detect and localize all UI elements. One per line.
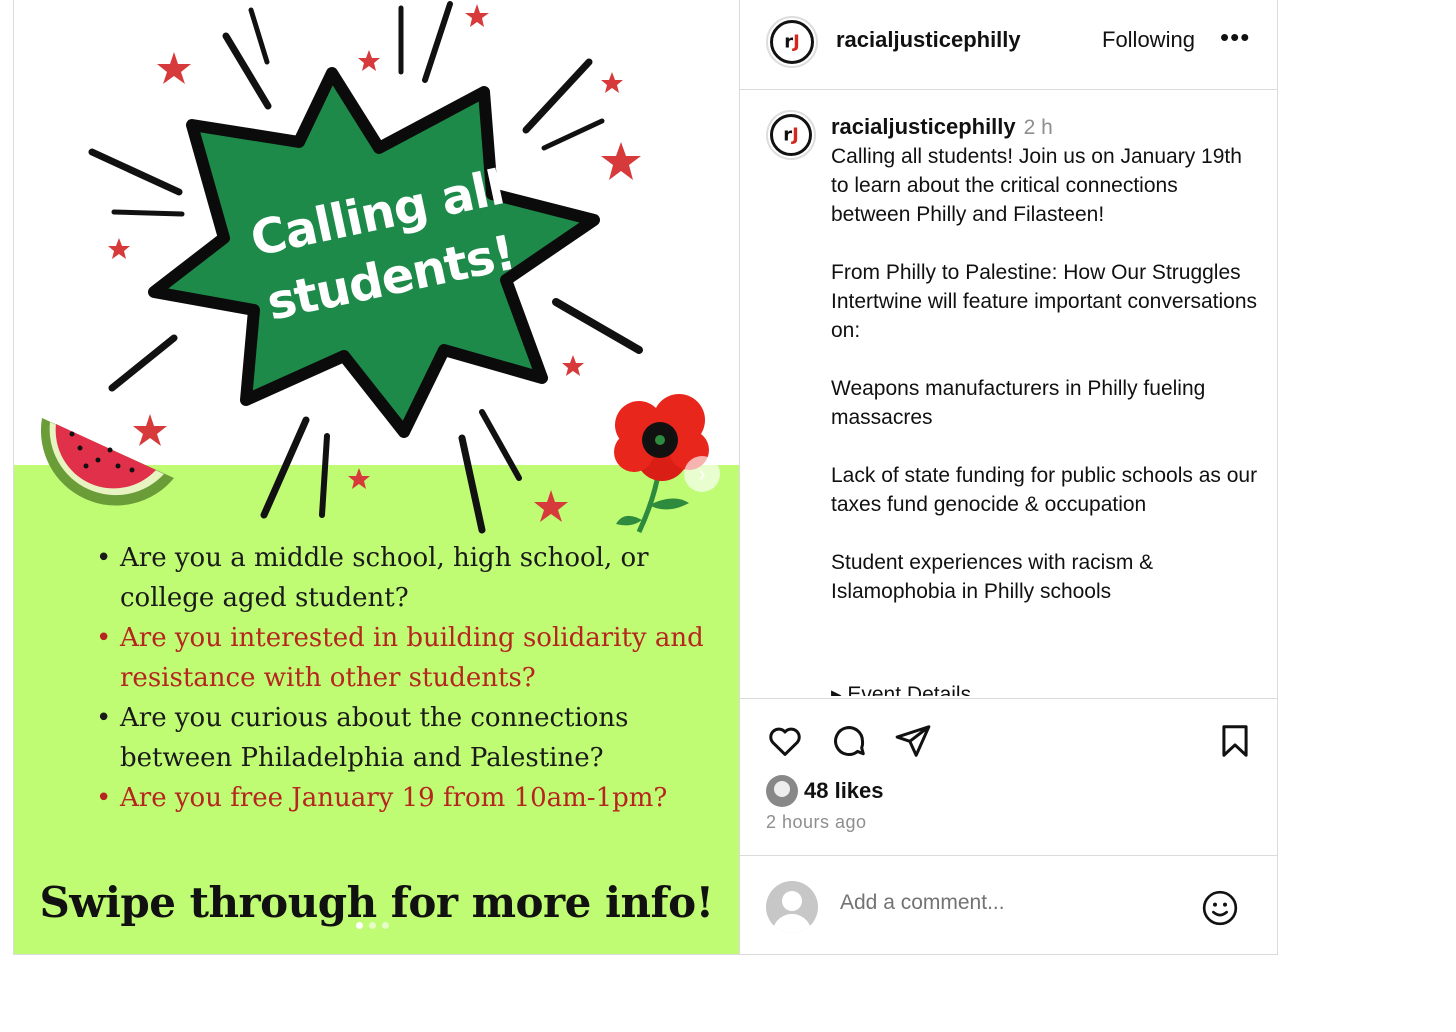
post-image[interactable]: Calling all students! Are you a middle s… bbox=[14, 0, 739, 954]
liker-avatar bbox=[766, 775, 798, 807]
post-timestamp: 2 hours ago bbox=[766, 812, 867, 832]
like-heart-icon[interactable] bbox=[766, 722, 804, 760]
comment-section bbox=[740, 855, 1277, 954]
divider bbox=[740, 698, 1277, 699]
rj-logo-icon: rJ bbox=[784, 31, 800, 53]
caption-paragraph: From Philly to Palestine: How Our Strugg… bbox=[831, 261, 1258, 342]
following-button[interactable]: Following bbox=[1102, 27, 1195, 53]
comment-input[interactable] bbox=[838, 890, 1182, 916]
author-avatar[interactable]: rJ bbox=[766, 16, 818, 68]
poster-question: Are you a middle school, high school, or… bbox=[94, 538, 714, 618]
carousel-dot[interactable] bbox=[369, 922, 376, 929]
user-avatar bbox=[766, 881, 818, 933]
poster-question: Are you curious about the connections be… bbox=[94, 698, 714, 778]
person-silhouette-icon bbox=[772, 891, 812, 933]
caption-paragraph: Calling all students! Join us on January… bbox=[831, 145, 1242, 226]
share-send-icon[interactable] bbox=[894, 722, 932, 760]
poster-swipe-text: Swipe through for more info! bbox=[39, 878, 714, 927]
likes-count[interactable]: 48 likes bbox=[804, 778, 884, 804]
poster-question: Are you interested in building solidarit… bbox=[94, 618, 714, 698]
likes-row[interactable]: 48 likes bbox=[766, 775, 884, 807]
caption-cutoff-line: ▸ Event Details bbox=[831, 683, 972, 696]
carousel-dot[interactable] bbox=[356, 922, 363, 929]
carousel-indicator bbox=[356, 922, 389, 929]
caption-paragraph: Weapons manufacturers in Philly fueling … bbox=[831, 377, 1206, 429]
poster-question-list: Are you a middle school, high school, or… bbox=[94, 538, 714, 818]
post-modal: Calling all students! Are you a middle s… bbox=[13, 0, 1278, 955]
comment-bubble-icon[interactable] bbox=[830, 722, 868, 760]
caption-paragraph: Student experiences with racism & Islamo… bbox=[831, 551, 1154, 603]
bookmark-icon[interactable] bbox=[1216, 722, 1254, 760]
emoji-smiley-icon[interactable] bbox=[1200, 888, 1240, 928]
rj-logo-icon: rJ bbox=[783, 124, 799, 146]
post-header: rJ racialjusticephilly Following ••• bbox=[740, 0, 1277, 90]
poster-question: Are you free January 19 from 10am-1pm? bbox=[94, 778, 714, 818]
caption-avatar[interactable]: rJ bbox=[766, 110, 816, 160]
author-username[interactable]: racialjusticephilly bbox=[836, 27, 1021, 53]
post-sidebar: rJ racialjusticephilly Following ••• rJ … bbox=[739, 0, 1277, 954]
next-slide-button[interactable]: › bbox=[684, 456, 720, 492]
caption-username[interactable]: racialjusticephilly bbox=[831, 114, 1016, 139]
carousel-dot[interactable] bbox=[382, 922, 389, 929]
more-options-icon[interactable]: ••• bbox=[1220, 22, 1250, 53]
post-caption: racialjusticephilly 2 h Calling all stude… bbox=[831, 112, 1261, 696]
caption-paragraph: Lack of state funding for public schools… bbox=[831, 464, 1258, 516]
caption-time: 2 h bbox=[1023, 116, 1053, 139]
chevron-right-icon: › bbox=[698, 461, 706, 486]
